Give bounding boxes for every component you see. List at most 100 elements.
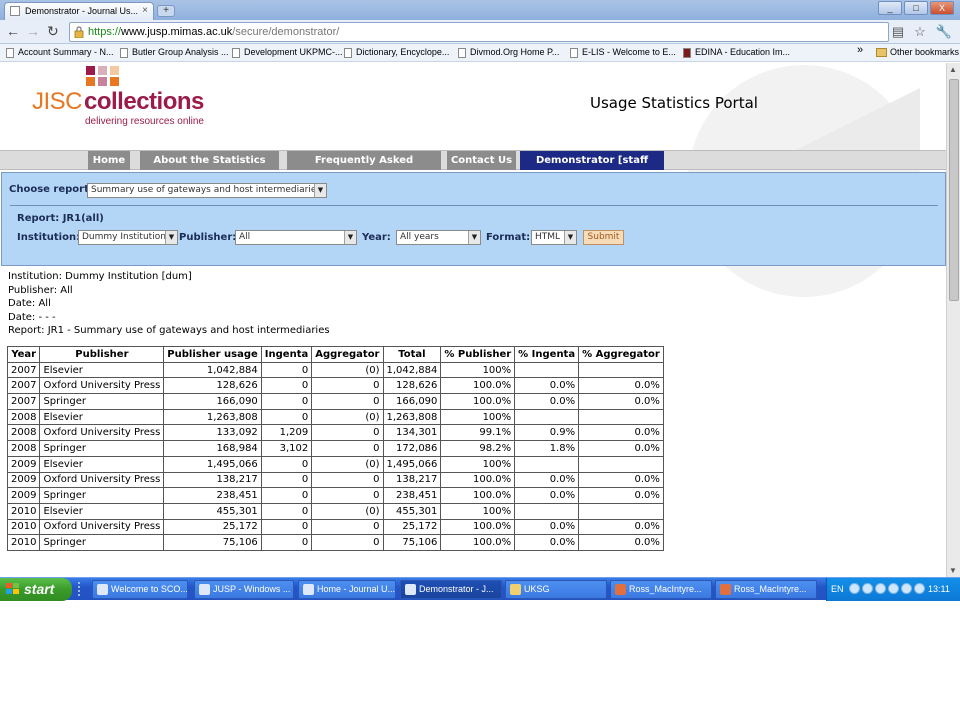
usage-table: Year Publisher Publisher usage Ingenta A… bbox=[6, 346, 664, 551]
maximize-button[interactable]: □ bbox=[904, 1, 928, 15]
cell-total: 172,086 bbox=[382, 440, 442, 457]
cell-aggregator: (0) bbox=[311, 455, 384, 473]
taskbar-item[interactable]: Ross_MacIntyre... bbox=[610, 580, 712, 599]
bookmark-item[interactable]: Account Summary - N... bbox=[6, 47, 114, 58]
cell-year: 2009 bbox=[6, 471, 41, 489]
bookmark-item[interactable]: Divmod.Org Home P... bbox=[458, 47, 559, 58]
volume-icon[interactable] bbox=[914, 583, 925, 594]
network-icon[interactable] bbox=[901, 583, 912, 594]
bookmark-item[interactable]: EDINA - Education Im... bbox=[683, 47, 790, 58]
cell-pct-aggregator bbox=[578, 455, 664, 473]
ie-icon bbox=[97, 584, 108, 595]
page-menu-icon[interactable]: ▤ bbox=[892, 24, 904, 40]
cell-pct-ingenta: 0.0% bbox=[514, 377, 580, 395]
submit-button[interactable]: Submit bbox=[583, 230, 624, 245]
nav-about[interactable]: About the Statistics Portal bbox=[140, 151, 279, 185]
bookmark-item[interactable]: Development UKPMC-... bbox=[232, 47, 343, 58]
cell-pct-ingenta: 1.8% bbox=[514, 440, 580, 457]
cell-year: 2007 bbox=[6, 361, 41, 379]
cell-ingenta: 0 bbox=[260, 502, 313, 520]
cell-total: 455,301 bbox=[382, 502, 442, 520]
nav-demonstrator[interactable]: Demonstrator [staff only] bbox=[520, 151, 664, 185]
taskbar-item[interactable]: Welcome to SCO... bbox=[92, 580, 188, 599]
table-row: 2010 Springer 75,106 0 0 75,106 100.0% 0.0% 0.0% bbox=[6, 534, 664, 551]
nav-contact[interactable]: Contact Us bbox=[447, 151, 516, 170]
cell-ingenta: 3,102 bbox=[260, 440, 313, 457]
bookmarks-overflow-button[interactable]: » bbox=[857, 44, 863, 56]
cell-pct-aggregator bbox=[578, 361, 664, 379]
nav-faq[interactable]: Frequently Asked Questions bbox=[287, 151, 441, 185]
meta-date: Date: All bbox=[8, 298, 51, 309]
taskbar-item[interactable]: Home - Journal U... bbox=[298, 580, 396, 599]
reload-icon[interactable]: ↻ bbox=[47, 23, 59, 40]
publisher-select[interactable]: All ▼ bbox=[235, 230, 357, 245]
bookmark-star-icon[interactable]: ☆ bbox=[914, 24, 926, 40]
cell-publisher-usage: 1,042,884 bbox=[163, 361, 262, 379]
minimize-button[interactable]: _ bbox=[878, 1, 902, 15]
quick-launch-grip bbox=[78, 582, 88, 596]
scrollbar-thumb[interactable] bbox=[949, 79, 959, 301]
tray-app-icon[interactable] bbox=[888, 583, 899, 594]
table-row: 2007 Oxford University Press 128,626 0 0 128,… bbox=[6, 377, 664, 395]
taskbar-item-active[interactable]: Demonstrator - J... bbox=[400, 580, 502, 599]
browser-tab-active[interactable]: Demonstrator - Journal Us... × bbox=[4, 2, 154, 20]
cell-pct-ingenta: 0.0% bbox=[514, 471, 580, 489]
scroll-up-arrow-icon[interactable]: ▲ bbox=[949, 65, 957, 74]
cell-total: 1,263,808 bbox=[382, 408, 442, 426]
tab-title: Demonstrator - Journal Us... bbox=[25, 6, 139, 16]
cell-publisher: Springer bbox=[39, 393, 165, 410]
chevron-down-icon: ▼ bbox=[344, 231, 356, 244]
cell-publisher-usage: 455,301 bbox=[163, 502, 262, 520]
cell-publisher-usage: 238,451 bbox=[163, 487, 262, 504]
format-select[interactable]: HTML ▼ bbox=[531, 230, 577, 245]
institution-select[interactable]: Dummy Institution ▼ bbox=[78, 230, 178, 245]
page-favicon-icon bbox=[10, 6, 20, 16]
cell-pct-ingenta: 0.9% bbox=[514, 424, 580, 442]
taskbar-item[interactable]: Ross_MacIntyre... bbox=[715, 580, 817, 599]
tab-close-icon[interactable]: × bbox=[142, 3, 148, 19]
report-metadata: Institution: Dummy Institution [dum] Pub… bbox=[8, 270, 330, 338]
nav-home[interactable]: Home bbox=[88, 151, 130, 170]
taskbar-item[interactable]: JUSP - Windows ... bbox=[194, 580, 294, 599]
scroll-down-arrow-icon[interactable]: ▼ bbox=[949, 566, 957, 575]
back-arrow-icon[interactable]: ← bbox=[6, 23, 20, 39]
forward-arrow-icon[interactable]: → bbox=[26, 23, 40, 39]
column-header: Aggregator bbox=[311, 346, 384, 363]
start-button[interactable]: start bbox=[0, 578, 72, 601]
cell-year: 2009 bbox=[6, 487, 41, 504]
cell-total: 25,172 bbox=[382, 518, 442, 536]
column-header: Publisher bbox=[39, 346, 165, 363]
cell-publisher: Springer bbox=[39, 534, 165, 551]
language-indicator[interactable]: EN bbox=[831, 584, 844, 594]
cell-aggregator: 0 bbox=[311, 440, 384, 457]
bookmark-item[interactable]: E-LIS - Welcome to E... bbox=[570, 47, 676, 58]
logo-tagline: delivering resources online bbox=[85, 116, 204, 127]
address-bar[interactable]: https://www.jusp.mimas.ac.uk/secure/demo… bbox=[69, 22, 889, 42]
report-select[interactable]: Summary use of gateways and host interme… bbox=[87, 183, 327, 198]
cell-publisher: Oxford University Press bbox=[39, 424, 165, 442]
jisc-collections-logo[interactable]: JISC collections delivering resources on… bbox=[32, 65, 222, 135]
cell-year: 2009 bbox=[6, 455, 41, 473]
cell-pct-publisher: 100.0% bbox=[440, 471, 516, 489]
bookmark-item[interactable]: Dictionary, Encyclope... bbox=[344, 47, 449, 58]
new-tab-button[interactable]: + bbox=[157, 5, 175, 17]
bookmark-item[interactable]: Butler Group Analysis ... bbox=[120, 47, 229, 58]
cell-pct-ingenta: 0.0% bbox=[514, 518, 580, 536]
vertical-scrollbar[interactable]: ▲ ▼ bbox=[946, 63, 960, 577]
chevron-down-icon: ▼ bbox=[468, 231, 480, 244]
cell-pct-aggregator: 0.0% bbox=[578, 534, 664, 551]
tray-app-icon[interactable] bbox=[862, 583, 873, 594]
tray-app-icon[interactable] bbox=[875, 583, 886, 594]
format-label: Format: bbox=[486, 232, 531, 243]
chrome-icon bbox=[405, 584, 416, 595]
page-icon bbox=[232, 48, 240, 58]
tray-app-icon[interactable] bbox=[849, 583, 860, 594]
close-window-button[interactable]: X bbox=[930, 1, 954, 15]
year-select[interactable]: All years ▼ bbox=[396, 230, 481, 245]
other-bookmarks-folder[interactable]: Other bookmarks bbox=[876, 47, 959, 57]
cell-pct-ingenta bbox=[514, 361, 580, 379]
cell-pct-aggregator: 0.0% bbox=[578, 440, 664, 457]
taskbar-item[interactable]: UKSG bbox=[505, 580, 607, 599]
wrench-icon[interactable]: 🔧 bbox=[936, 24, 952, 40]
cell-pct-publisher: 100.0% bbox=[440, 393, 516, 410]
